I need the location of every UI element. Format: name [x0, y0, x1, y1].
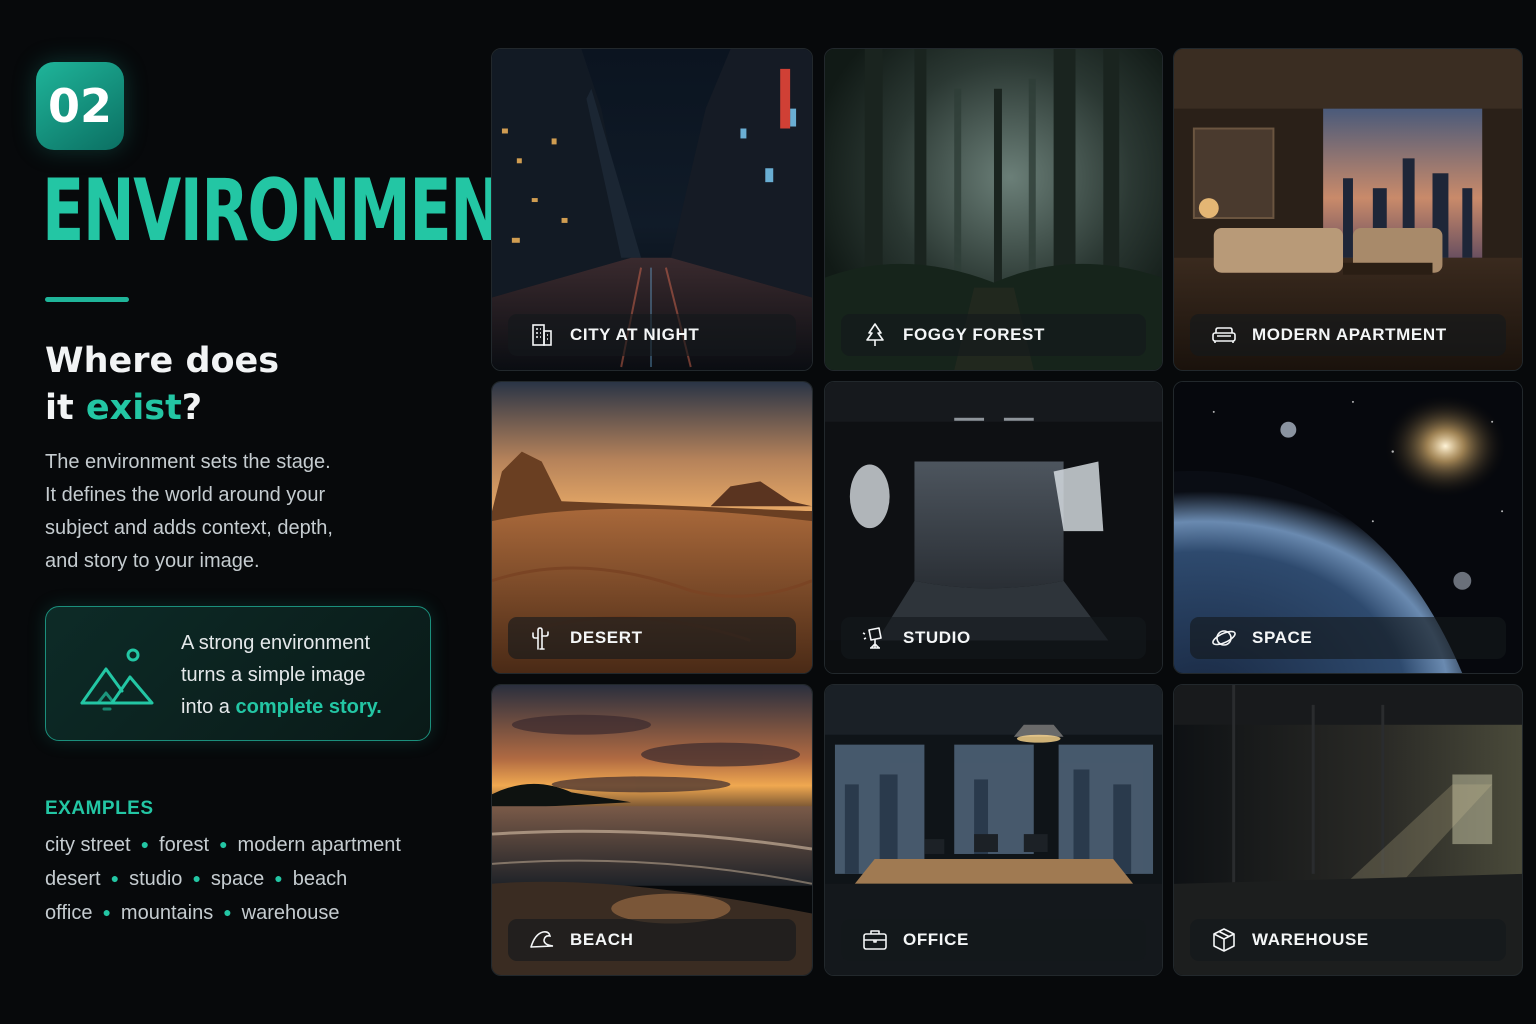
page-title: ENVIRONMENT	[42, 161, 543, 261]
example-item: desert	[45, 868, 101, 890]
tile-city-at-night[interactable]: CITY AT NIGHT	[491, 48, 813, 371]
question-prefix: it	[45, 388, 86, 428]
bullet-dot: ●	[219, 836, 228, 852]
tile-warehouse[interactable]: WAREHOUSE	[1173, 684, 1523, 976]
description-line: The environment sets the stage.	[45, 451, 331, 473]
callout-highlight: complete story.	[235, 696, 382, 718]
wave-icon	[530, 931, 554, 948]
tile-office[interactable]: OFFICE	[824, 684, 1163, 976]
section-number-badge: 02	[36, 62, 124, 150]
briefcase-icon	[863, 930, 887, 950]
tile-space[interactable]: SPACE	[1173, 381, 1523, 674]
tile-label-text: SPACE	[1252, 628, 1313, 647]
title-underline	[45, 297, 129, 302]
tile-modern-apartment[interactable]: MODERN APARTMENT	[1173, 48, 1523, 371]
tile-label: DESERT	[508, 617, 796, 659]
example-item: studio	[129, 868, 183, 890]
example-item: warehouse	[241, 902, 340, 924]
environment-grid: CITY AT NIGHT FOGGY FOREST MODERN APARTM…	[491, 48, 1523, 976]
example-item: mountains	[120, 902, 214, 924]
tree-icon	[866, 323, 884, 346]
bullet-dot: ●	[140, 836, 150, 852]
tile-label-text: DESERT	[570, 628, 643, 647]
example-item: space	[210, 868, 265, 890]
tile-label: CITY AT NIGHT	[508, 314, 796, 356]
examples-row: desert ● studio ● space ● beach	[45, 868, 347, 891]
example-item: forest	[159, 834, 210, 856]
tile-label: WAREHOUSE	[1190, 919, 1506, 961]
sofa-icon	[1212, 327, 1236, 343]
examples-label: EXAMPLES	[45, 798, 154, 819]
tile-label-text: WAREHOUSE	[1252, 930, 1369, 949]
headline-question: Where does it exist?	[45, 338, 279, 432]
tile-foggy-forest[interactable]: FOGGY FOREST	[824, 48, 1163, 371]
tile-label: OFFICE	[841, 919, 1146, 961]
tile-studio[interactable]: STUDIO	[824, 381, 1163, 674]
tile-label-text: MODERN APARTMENT	[1252, 325, 1447, 344]
bullet-dot: ●	[274, 870, 283, 886]
building-icon	[532, 324, 552, 346]
question-suffix: ?	[181, 388, 203, 428]
callout-prefix: into a	[181, 696, 236, 718]
tile-label-text: CITY AT NIGHT	[570, 325, 700, 344]
description: The environment sets the stage. It defin…	[45, 446, 405, 578]
question-highlight: exist	[85, 388, 182, 428]
description-line: and story to your image.	[45, 550, 260, 572]
box-icon	[1213, 928, 1235, 952]
callout-box: A strong environment turns a simple imag…	[45, 606, 431, 741]
bullet-dot: ●	[102, 904, 111, 920]
example-item: office	[45, 902, 93, 924]
tile-label: FOGGY FOREST	[841, 314, 1146, 356]
cactus-icon	[532, 627, 549, 650]
bullet-dot: ●	[223, 904, 232, 920]
examples-row: city street ● forest ● modern apartment	[45, 834, 401, 857]
tile-label: STUDIO	[841, 617, 1146, 659]
callout-line: turns a simple image	[181, 664, 366, 686]
question-line-1: Where does	[45, 341, 280, 381]
tile-label-text: FOGGY FOREST	[903, 325, 1045, 344]
tile-beach[interactable]: BEACH	[491, 684, 813, 976]
bullet-dot: ●	[192, 870, 201, 886]
question-line-2: it exist?	[45, 385, 279, 432]
tile-label-text: STUDIO	[903, 628, 971, 647]
tile-label: BEACH	[508, 919, 796, 961]
description-line: subject and adds context, depth,	[45, 517, 333, 539]
mountain-icon	[80, 648, 154, 711]
example-item: city street	[45, 834, 131, 856]
callout-line: into a complete story.	[181, 691, 421, 723]
tile-label-text: BEACH	[570, 930, 634, 949]
description-line: It defines the world around your	[45, 484, 326, 506]
tile-label: MODERN APARTMENT	[1190, 314, 1506, 356]
callout-text: A strong environment turns a simple imag…	[181, 627, 421, 723]
planet-icon	[1212, 630, 1236, 646]
bullet-dot: ●	[110, 870, 120, 886]
callout-line: A strong environment	[181, 632, 370, 654]
example-item: beach	[292, 868, 348, 890]
studio-light-icon	[862, 627, 882, 649]
info-panel: 02 ENVIRONMENT Where does it exist? The …	[0, 0, 543, 1024]
examples-row: office ● mountains ● warehouse	[45, 902, 340, 925]
tile-desert[interactable]: DESERT	[491, 381, 813, 674]
example-item: modern apartment	[237, 834, 401, 856]
tile-label: SPACE	[1190, 617, 1506, 659]
tile-label-text: OFFICE	[903, 930, 969, 949]
